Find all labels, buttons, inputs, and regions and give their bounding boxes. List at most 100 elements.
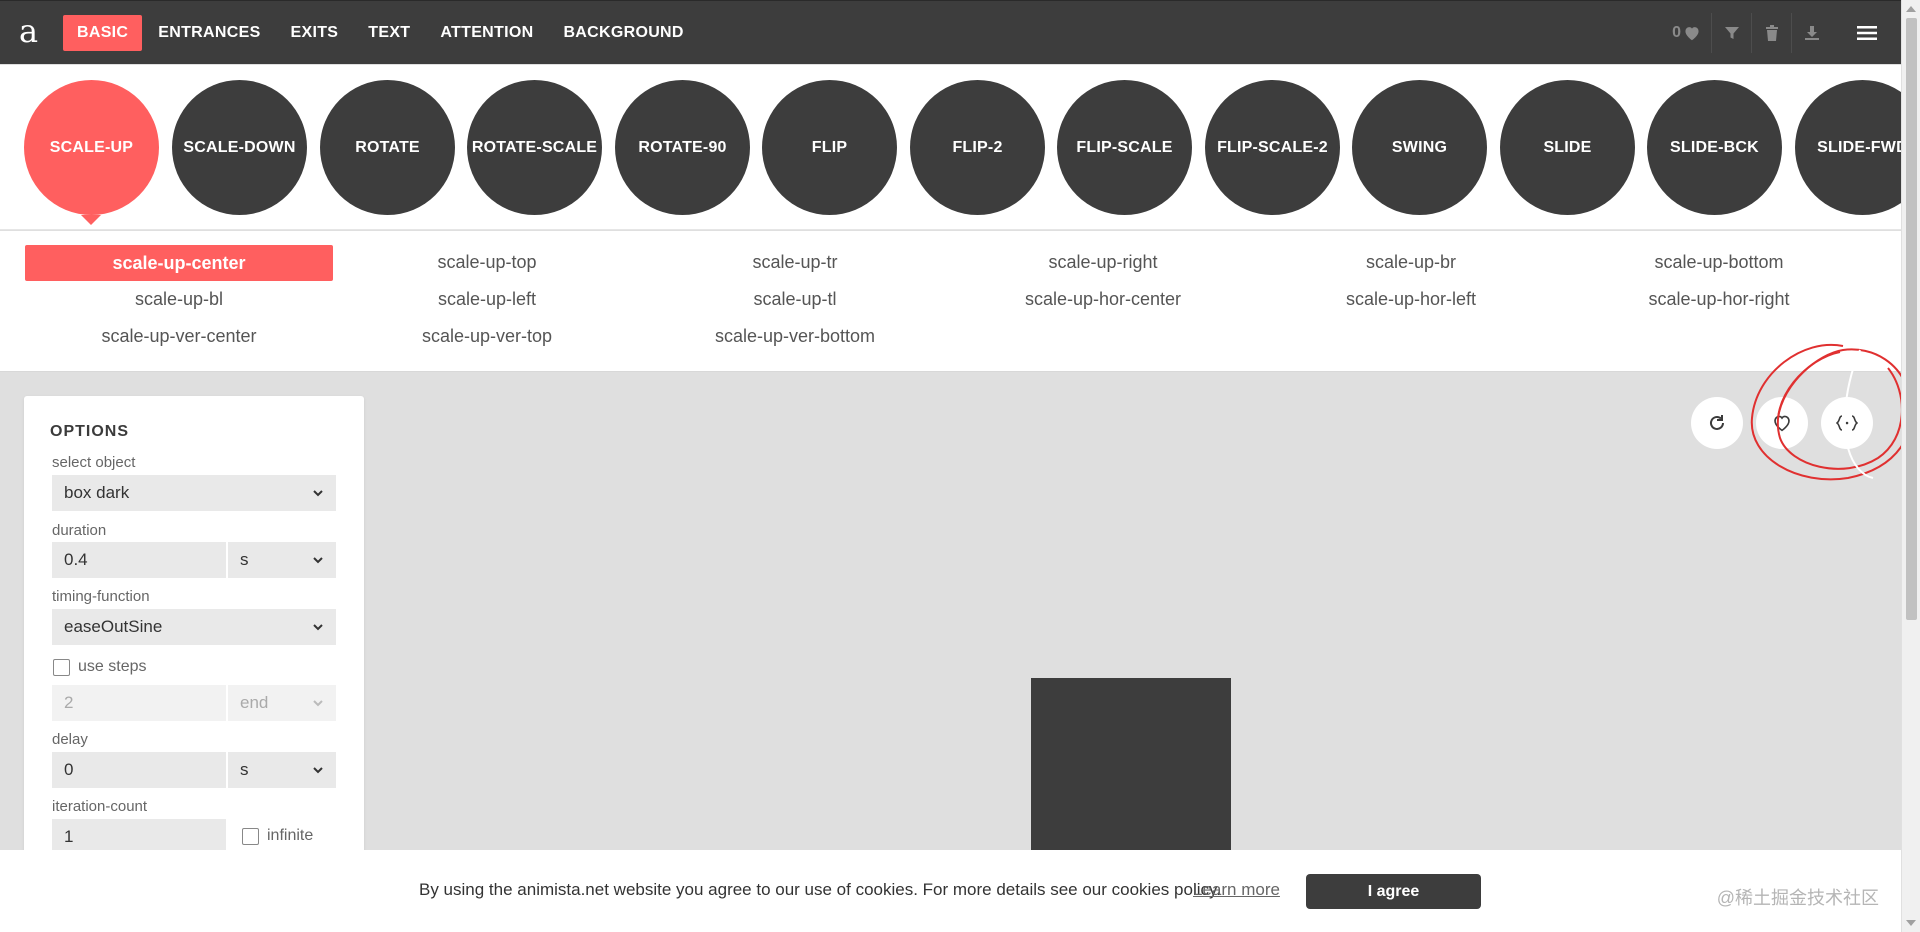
duration-unit-value: s xyxy=(240,550,249,569)
duration-input[interactable]: 0.4 xyxy=(52,542,226,578)
category-carousel: SCALE-UP SCALE-DOWN ROTATE ROTATE-SCALE … xyxy=(0,65,1901,230)
nav-exits[interactable]: EXITS xyxy=(277,15,353,51)
filter-button[interactable] xyxy=(1711,13,1751,53)
animation-list: scale-up-center scale-up-top scale-up-tr… xyxy=(0,231,1901,372)
chevron-down-icon xyxy=(313,700,323,707)
category-flip-scale[interactable]: FLIP-SCALE xyxy=(1057,80,1192,215)
category-slide-fwd[interactable]: SLIDE-FWD xyxy=(1795,80,1901,215)
select-object-label: select object xyxy=(52,454,136,471)
filter-icon xyxy=(1724,27,1739,39)
replay-button[interactable] xyxy=(1691,397,1743,449)
iteration-count-label: iteration-count xyxy=(52,798,148,815)
scroll-down-arrow[interactable] xyxy=(1906,920,1916,926)
steps-position-value: end xyxy=(240,693,269,712)
animation-scale-up-hor-left[interactable]: scale-up-hor-left xyxy=(1257,281,1565,317)
animation-scale-up-bl[interactable]: scale-up-bl xyxy=(25,281,333,317)
heart-icon xyxy=(1774,415,1790,432)
infinite-label: infinite xyxy=(267,827,314,844)
delay-unit-select[interactable]: s xyxy=(228,752,336,788)
menu-button[interactable] xyxy=(1841,1,1893,65)
timing-function-dropdown[interactable]: easeOutSine xyxy=(52,609,336,645)
animation-scale-up-top[interactable]: scale-up-top xyxy=(333,244,641,280)
active-category-pointer xyxy=(81,215,101,225)
heart-icon xyxy=(1685,27,1699,41)
animation-scale-up-br[interactable]: scale-up-br xyxy=(1257,244,1565,280)
category-scale-down[interactable]: SCALE-DOWN xyxy=(172,80,307,215)
download-icon xyxy=(1804,26,1819,40)
animation-scale-up-ver-center[interactable]: scale-up-ver-center xyxy=(25,318,333,354)
favorites-count: 0 xyxy=(1672,24,1681,41)
options-panel: OPTIONS select object box dark duration … xyxy=(24,396,364,876)
duration-unit-select[interactable]: s xyxy=(228,542,336,578)
code-icon xyxy=(1836,415,1858,431)
category-rotate[interactable]: ROTATE xyxy=(320,80,455,215)
category-swing[interactable]: SWING xyxy=(1352,80,1487,215)
nav-attention[interactable]: ATTENTION xyxy=(426,15,547,51)
page-scrollbar[interactable] xyxy=(1901,0,1920,932)
delay-input[interactable]: 0 xyxy=(52,752,226,788)
steps-input[interactable]: 2 xyxy=(52,685,226,721)
delete-button[interactable] xyxy=(1751,13,1791,53)
toolbar-right: 0 xyxy=(1672,1,1901,65)
select-object-dropdown[interactable]: box dark xyxy=(52,475,336,511)
use-steps-checkbox[interactable] xyxy=(53,659,70,676)
chevron-down-icon xyxy=(313,624,323,631)
favorite-button[interactable] xyxy=(1756,397,1808,449)
category-rotate-scale[interactable]: ROTATE-SCALE xyxy=(467,80,602,215)
animation-scale-up-hor-right[interactable]: scale-up-hor-right xyxy=(1565,281,1873,317)
animation-scale-up-center[interactable]: scale-up-center xyxy=(25,245,333,281)
animation-scale-up-right[interactable]: scale-up-right xyxy=(949,244,1257,280)
delay-label: delay xyxy=(52,731,88,748)
delay-value: 0 xyxy=(64,760,74,779)
animation-scale-up-ver-top[interactable]: scale-up-ver-top xyxy=(333,318,641,354)
cookie-consent-bar: By using the animista.net website you ag… xyxy=(0,850,1901,932)
steps-value: 2 xyxy=(64,693,74,712)
delay-unit-value: s xyxy=(240,760,249,779)
nav-text[interactable]: TEXT xyxy=(354,15,424,51)
scroll-up-arrow[interactable] xyxy=(1906,6,1916,12)
nav-background[interactable]: BACKGROUND xyxy=(549,15,697,51)
iteration-count-value: 1 xyxy=(64,827,74,846)
agree-button[interactable]: I agree xyxy=(1306,874,1481,909)
options-title: OPTIONS xyxy=(50,423,130,440)
steps-position-select[interactable]: end xyxy=(228,685,336,721)
duration-value: 0.4 xyxy=(64,550,88,569)
timing-function-value: easeOutSine xyxy=(64,617,163,636)
category-slide-bck[interactable]: SLIDE-BCK xyxy=(1647,80,1782,215)
nav-entrances[interactable]: ENTRANCES xyxy=(144,15,274,51)
animation-scale-up-tr[interactable]: scale-up-tr xyxy=(641,244,949,280)
category-flip-2[interactable]: FLIP-2 xyxy=(910,80,1045,215)
chevron-down-icon xyxy=(313,557,323,564)
category-slide[interactable]: SLIDE xyxy=(1500,80,1635,215)
animation-scale-up-ver-bottom[interactable]: scale-up-ver-bottom xyxy=(641,318,949,354)
chevron-down-icon xyxy=(313,767,323,774)
category-rotate-90[interactable]: ROTATE-90 xyxy=(615,80,750,215)
timing-function-label: timing-function xyxy=(52,588,150,605)
chevron-down-icon xyxy=(313,490,323,497)
refresh-icon xyxy=(1710,415,1724,430)
generate-code-button[interactable] xyxy=(1821,397,1873,449)
cookie-message: By using the animista.net website you ag… xyxy=(419,880,1221,899)
watermark: @稀土掘金技术社区 xyxy=(1716,888,1879,908)
category-scale-up[interactable]: SCALE-UP xyxy=(24,80,159,215)
nav-basic[interactable]: BASIC xyxy=(63,15,143,51)
category-flip[interactable]: FLIP xyxy=(762,80,897,215)
preview-object xyxy=(1031,678,1231,878)
learn-more-link[interactable]: Learn more xyxy=(1193,880,1280,900)
hamburger-icon xyxy=(1857,26,1877,40)
infinite-checkbox[interactable] xyxy=(242,828,259,845)
favorites-counter[interactable]: 0 xyxy=(1672,24,1701,42)
animation-scale-up-tl[interactable]: scale-up-tl xyxy=(641,281,949,317)
download-button[interactable] xyxy=(1791,13,1831,53)
duration-label: duration xyxy=(52,522,107,539)
trash-icon xyxy=(1765,25,1778,41)
animation-scale-up-left[interactable]: scale-up-left xyxy=(333,281,641,317)
use-steps-label: use steps xyxy=(78,658,147,675)
animation-scale-up-bottom[interactable]: scale-up-bottom xyxy=(1565,244,1873,280)
scroll-thumb[interactable] xyxy=(1906,18,1917,620)
main-nav: BASIC ENTRANCES EXITS TEXT ATTENTION BAC… xyxy=(63,15,700,51)
logo[interactable]: a xyxy=(19,13,45,49)
category-flip-scale-2[interactable]: FLIP-SCALE-2 xyxy=(1205,80,1340,215)
animation-scale-up-hor-center[interactable]: scale-up-hor-center xyxy=(949,281,1257,317)
top-navigation-bar: a BASIC ENTRANCES EXITS TEXT ATTENTION B… xyxy=(0,0,1901,64)
